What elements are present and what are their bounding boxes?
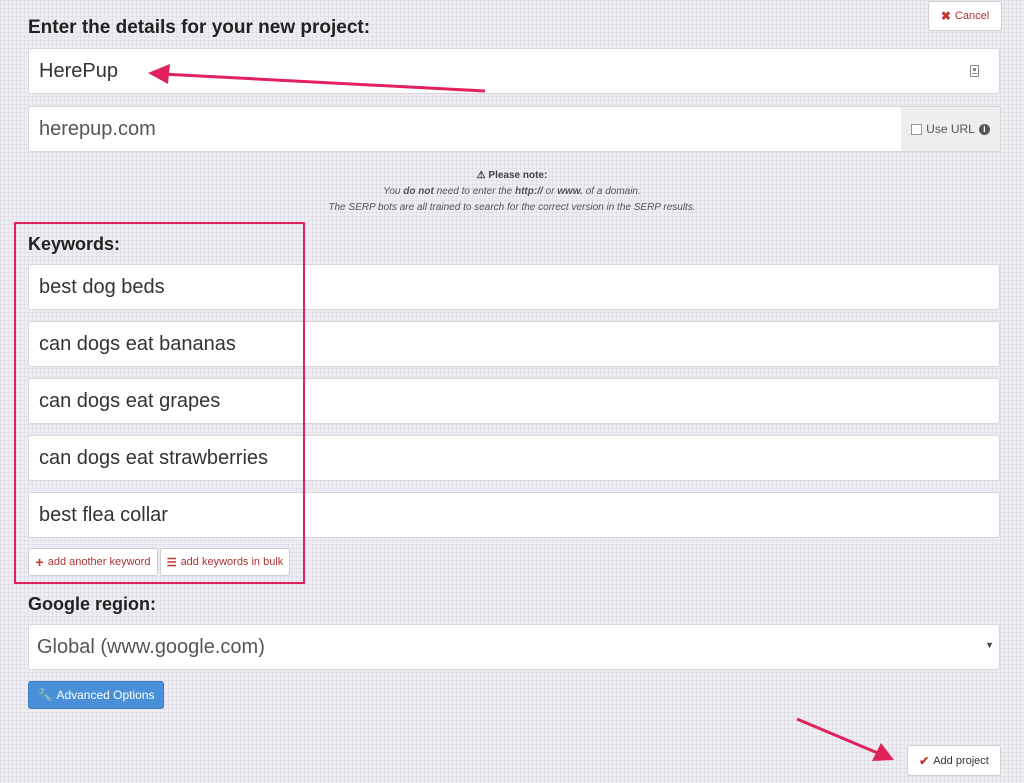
- note-line-1: You do not need to enter the http:// or …: [383, 186, 641, 197]
- chevron-down-icon: ▼: [985, 640, 994, 650]
- google-region-select[interactable]: Global (www.google.com) ▼: [28, 624, 1000, 670]
- domain-input[interactable]: herepup.com: [28, 106, 902, 152]
- page-title: Enter the details for your new project:: [28, 17, 371, 38]
- wrench-icon: 🔧: [37, 688, 53, 702]
- advanced-options-button[interactable]: 🔧 Advanced Options: [28, 681, 164, 709]
- google-region-label: Google region:: [28, 594, 156, 614]
- note-line-2: The SERP bots are all trained to search …: [328, 202, 696, 213]
- warning-icon: ⚠: [476, 170, 486, 181]
- close-icon: ✖: [940, 9, 951, 23]
- cancel-button[interactable]: ✖ Cancel: [928, 1, 1002, 31]
- note-title: ⚠ Please note:: [476, 170, 548, 181]
- project-name-input[interactable]: HerePup: [28, 48, 1000, 94]
- add-project-button[interactable]: ✔ Add project: [907, 745, 1001, 776]
- contact-card-icon: [970, 65, 979, 77]
- annotation-arrow-add-project: [796, 717, 894, 761]
- use-url-addon[interactable]: Use URL i: [901, 106, 1001, 152]
- annotation-highlight-box: [14, 222, 305, 584]
- info-icon[interactable]: i: [978, 123, 990, 135]
- use-url-checkbox[interactable]: [911, 123, 923, 135]
- checkmark-icon: ✔: [919, 753, 930, 768]
